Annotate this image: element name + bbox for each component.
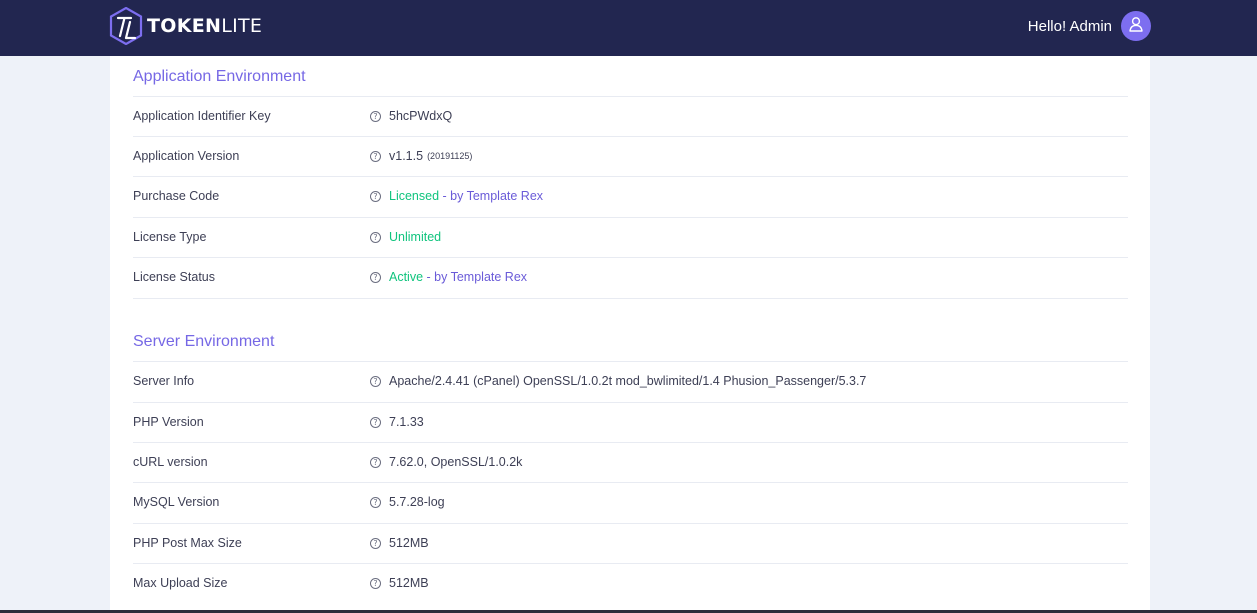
- info-row-php-post-max-size: PHP Post Max Size ? 512MB: [133, 523, 1128, 563]
- row-label: cURL version: [133, 455, 208, 469]
- purchase-author-link[interactable]: - by Template Rex: [439, 189, 544, 204]
- row-value: ? Active - by Template Rex: [370, 270, 527, 285]
- brand-name-light: LITE: [221, 14, 263, 37]
- question-circle-icon[interactable]: ?: [370, 232, 381, 243]
- license-author-link[interactable]: - by Template Rex: [423, 270, 528, 285]
- info-row-purchase-code: Purchase Code ? Licensed - by Template R…: [133, 176, 1128, 216]
- system-info-panel: Application Environment Application Iden…: [110, 56, 1150, 613]
- row-label: Max Upload Size: [133, 576, 228, 590]
- question-circle-icon[interactable]: ?: [370, 578, 381, 589]
- row-value: ? 5.7.28-log: [370, 495, 445, 510]
- row-label: Application Version: [133, 149, 240, 163]
- brand-name-bold: TOKEN: [147, 14, 222, 37]
- user-icon: [1128, 16, 1144, 37]
- user-greeting: Hello! Admin: [1027, 17, 1112, 35]
- row-label: License Status: [133, 270, 215, 284]
- question-circle-icon[interactable]: ?: [370, 191, 381, 202]
- mysql-version-value: 5.7.28-log: [389, 495, 445, 509]
- max-upload-size-value: 512MB: [389, 576, 429, 590]
- row-value: ? 5hcPWdxQ: [370, 109, 452, 124]
- info-row-mysql-version: MySQL Version ? 5.7.28-log: [133, 482, 1128, 522]
- info-row-curl-version: cURL version ? 7.62.0, OpenSSL/1.0.2k: [133, 442, 1128, 482]
- row-label: Application Identifier Key: [133, 109, 271, 123]
- row-label: Server Info: [133, 374, 195, 388]
- row-label: PHP Version: [133, 415, 204, 429]
- app-identifier-value: 5hcPWdxQ: [389, 109, 453, 123]
- license-type-value: Unlimited: [389, 230, 442, 244]
- php-post-max-size-value: 512MB: [389, 536, 429, 550]
- info-row-server-info: Server Info ? Apache/2.4.41 (cPanel) Ope…: [133, 361, 1128, 401]
- top-navbar: TOKENLITE Hello! Admin: [0, 0, 1257, 56]
- user-menu[interactable]: Hello! Admin: [1028, 10, 1151, 42]
- license-status-value: Active: [389, 270, 424, 284]
- row-value: ? 512MB: [370, 536, 429, 551]
- info-row-app-identifier: Application Identifier Key ? 5hcPWdxQ: [133, 96, 1128, 136]
- question-circle-icon[interactable]: ?: [370, 497, 381, 508]
- info-row-app-version: Application Version ? v1.1.5 (20191125): [133, 136, 1128, 176]
- info-row-php-version: PHP Version ? 7.1.33: [133, 402, 1128, 442]
- question-circle-icon[interactable]: ?: [370, 272, 381, 283]
- question-circle-icon[interactable]: ?: [370, 151, 381, 162]
- row-label: License Type: [133, 230, 207, 244]
- row-value: ? Apache/2.4.41 (cPanel) OpenSSL/1.0.2t …: [370, 374, 866, 389]
- purchase-status-value: Licensed: [389, 189, 440, 203]
- app-version-build: (20191125): [427, 151, 473, 162]
- question-circle-icon[interactable]: ?: [370, 111, 381, 122]
- tokenlite-logo-icon: [109, 7, 143, 45]
- row-label: Purchase Code: [133, 189, 220, 203]
- php-version-value: 7.1.33: [389, 415, 424, 429]
- row-value: ? v1.1.5 (20191125): [370, 149, 472, 164]
- question-circle-icon[interactable]: ?: [370, 457, 381, 468]
- question-circle-icon[interactable]: ?: [370, 417, 381, 428]
- application-environment-title: Application Environment: [133, 68, 306, 85]
- app-version-value: v1.1.5: [389, 149, 424, 163]
- info-row-license-status: License Status ? Active - by Template Re…: [133, 257, 1128, 299]
- row-label: MySQL Version: [133, 495, 220, 509]
- row-value: ? Licensed - by Template Rex: [370, 189, 543, 204]
- server-environment-title: Server Environment: [133, 333, 275, 350]
- brand-logo[interactable]: TOKENLITE: [109, 7, 262, 45]
- server-info-value: Apache/2.4.41 (cPanel) OpenSSL/1.0.2t mo…: [389, 374, 867, 388]
- row-value: ? Unlimited: [370, 230, 441, 245]
- row-label: PHP Post Max Size: [133, 536, 242, 550]
- row-value: ? 512MB: [370, 576, 429, 591]
- avatar[interactable]: [1121, 11, 1151, 41]
- info-row-license-type: License Type ? Unlimited: [133, 217, 1128, 257]
- row-value: ? 7.62.0, OpenSSL/1.0.2k: [370, 455, 522, 470]
- question-circle-icon[interactable]: ?: [370, 376, 381, 387]
- brand-wordmark: TOKENLITE: [147, 14, 263, 37]
- info-row-max-upload-size: Max Upload Size ? 512MB: [133, 563, 1128, 603]
- question-circle-icon[interactable]: ?: [370, 538, 381, 549]
- curl-version-value: 7.62.0, OpenSSL/1.0.2k: [389, 455, 523, 469]
- row-value: ? 7.1.33: [370, 415, 424, 430]
